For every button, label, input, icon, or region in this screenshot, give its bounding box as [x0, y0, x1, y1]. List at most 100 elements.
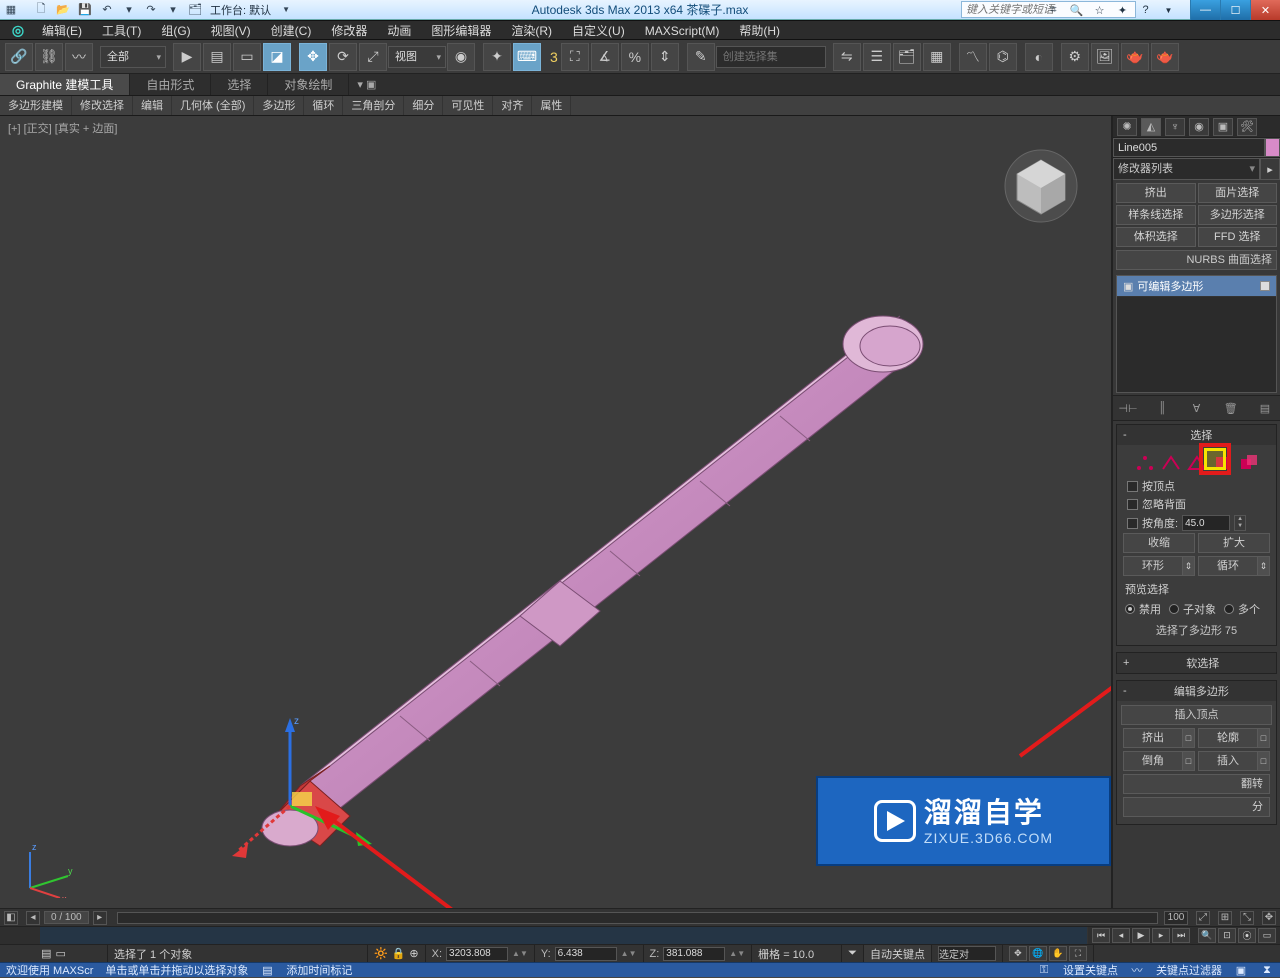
chk-by-angle[interactable]	[1127, 518, 1138, 529]
abs-rel-icon[interactable]: ⊕	[409, 947, 418, 960]
snap-angle-icon[interactable]: ∡	[591, 43, 619, 71]
menu-modifiers[interactable]: 修改器	[321, 21, 377, 39]
ring-spinner-icon[interactable]: ⇕	[1182, 557, 1194, 575]
frame-indicator[interactable]: 0 / 100	[44, 911, 89, 924]
ribbon-chip-edit[interactable]: 编辑	[133, 96, 172, 115]
menu-group[interactable]: 组(G)	[151, 21, 200, 39]
workspace-dd-icon[interactable]: ▼	[278, 2, 294, 18]
next-frame-icon[interactable]: ▸	[1152, 928, 1170, 943]
inset-button[interactable]: 插入□	[1198, 751, 1270, 771]
unlink-icon[interactable]: ⛓	[35, 43, 63, 71]
layer-icon[interactable]: 🗂	[893, 43, 921, 71]
link-icon[interactable]: 🔗	[5, 43, 33, 71]
radio-subobj[interactable]	[1169, 604, 1179, 614]
edge-subobj-icon[interactable]	[1160, 453, 1182, 473]
time-slider[interactable]: ◧ ◂ 0 / 100 ▸ 100 ⤢ ⊞ ⤡ ✥	[0, 908, 1280, 926]
configure-sets-icon[interactable]: ▤	[1256, 400, 1274, 416]
maxscript-mini-icon[interactable]: ▤	[41, 947, 51, 960]
object-name-input[interactable]	[1113, 138, 1265, 157]
pivot-center-icon[interactable]: ◉	[447, 43, 475, 71]
minimize-button[interactable]: —	[1190, 0, 1220, 20]
loop-button[interactable]: 循环⇕	[1198, 556, 1270, 576]
rollout-toggle-editpoly-icon[interactable]: -	[1123, 685, 1127, 697]
named-sel-edit-icon[interactable]: ✎	[687, 43, 715, 71]
time-config-icon[interactable]: ▣	[1234, 964, 1248, 976]
chk-ignore-back[interactable]	[1127, 499, 1138, 510]
save-icon[interactable]: 💾	[77, 2, 93, 18]
ribbon-chip-props[interactable]: 属性	[532, 96, 571, 115]
menu-graph[interactable]: 图形编辑器	[421, 21, 501, 39]
move-tool-button[interactable]: ✥	[299, 43, 327, 71]
maximize-icon[interactable]: ⛶	[1069, 946, 1087, 961]
outline-settings-icon[interactable]: □	[1257, 729, 1269, 747]
coord-z-input[interactable]	[663, 947, 725, 961]
view-region-icon[interactable]: ▭	[1258, 928, 1276, 943]
ribbon-chip-align[interactable]: 对齐	[493, 96, 532, 115]
element-subobj-icon[interactable]	[1238, 453, 1260, 473]
help-dd-icon[interactable]: ▼	[1157, 0, 1180, 20]
flip-button[interactable]: 翻转	[1123, 774, 1270, 794]
app-menu-icon[interactable]: ▦	[3, 2, 19, 18]
mod-btn-polysel[interactable]: 多边形选择	[1198, 205, 1278, 225]
selection-filter-dropdown[interactable]: 全部	[100, 46, 166, 68]
pan-icon[interactable]: ✋	[1049, 946, 1067, 961]
extrude-settings-icon[interactable]: □	[1182, 729, 1194, 747]
bevel-settings-icon[interactable]: □	[1182, 752, 1194, 770]
coord-x-input[interactable]	[446, 947, 508, 961]
ring-button[interactable]: 环形⇕	[1123, 556, 1195, 576]
goto-start-icon[interactable]: ⏮	[1092, 928, 1110, 943]
next-key-icon[interactable]: ▸	[93, 911, 107, 925]
redo-dd-icon[interactable]: ▾	[165, 2, 181, 18]
bevel-button[interactable]: 倒角□	[1123, 751, 1195, 771]
view-cube[interactable]	[1001, 146, 1081, 226]
new-icon[interactable]: 🗋	[33, 2, 49, 18]
mod-btn-volsel[interactable]: 体积选择	[1116, 227, 1196, 247]
keyfilter-label[interactable]: 关键点过滤器	[1156, 962, 1222, 978]
render-icon[interactable]: 🫖	[1121, 43, 1149, 71]
mirror-icon[interactable]: ⇋	[833, 43, 861, 71]
key-icon[interactable]: ⚿	[1037, 964, 1051, 976]
viewport-nav-2-icon[interactable]: ⊞	[1218, 911, 1232, 925]
mod-btn-patchsel[interactable]: 面片选择	[1198, 183, 1278, 203]
autokey-toggle[interactable]: 自动关键点	[870, 946, 925, 962]
maximize-button[interactable]: ☐	[1220, 0, 1250, 20]
track-bar[interactable]: ⏮ ◂ ▶ ▸ ⏭ 🔍 ⊡ ⦿ ▭	[0, 926, 1280, 944]
show-end-icon[interactable]: ║	[1153, 400, 1171, 416]
render-frame-icon[interactable]: 🖼	[1091, 43, 1119, 71]
utilities-tab-icon[interactable]: 🛠	[1237, 118, 1257, 136]
view-zoom-all-icon[interactable]: ⊡	[1218, 928, 1236, 943]
inset-settings-icon[interactable]: □	[1257, 752, 1269, 770]
window-crossing-toggle[interactable]: ◪	[263, 43, 291, 71]
menu-tools[interactable]: 工具(T)	[92, 21, 151, 39]
isolate-icon[interactable]: ✥	[1009, 946, 1027, 961]
render-setup-icon[interactable]: ⚙	[1061, 43, 1089, 71]
workspace-label[interactable]: 工作台: 默认	[210, 2, 271, 18]
prev-key-icon[interactable]: ◂	[26, 911, 40, 925]
snap-percent-icon[interactable]: %	[621, 43, 649, 71]
undo-dd-icon[interactable]: ▾	[121, 2, 137, 18]
help-icon[interactable]: ?	[1134, 0, 1157, 20]
modify-tab-icon[interactable]: ◭	[1141, 118, 1161, 136]
menu-maxscript[interactable]: MAXScript(M)	[635, 21, 730, 39]
ribbon-chip-polymodel[interactable]: 多边形建模	[0, 96, 72, 115]
modifier-config-icon[interactable]: ▸	[1260, 158, 1280, 180]
ribbon-chip-modsel[interactable]: 修改选择	[72, 96, 133, 115]
remove-mod-icon[interactable]: 🗑	[1222, 400, 1240, 416]
menu-create[interactable]: 创建(C)	[261, 21, 322, 39]
viewport-nav-1-icon[interactable]: ⤢	[1196, 911, 1210, 925]
add-time-tag[interactable]: 添加时间标记	[286, 962, 352, 978]
outline-button[interactable]: 轮廓□	[1198, 728, 1270, 748]
rollout-toggle-soft-icon[interactable]: +	[1123, 657, 1129, 669]
ribbon-collapse-icon[interactable]: ▾ ▣	[349, 74, 384, 95]
hierarchy-tab-icon[interactable]: ♆	[1165, 118, 1185, 136]
bind-spacewarp-icon[interactable]: 〰	[65, 43, 93, 71]
ribbon-tab-graphite[interactable]: Graphite 建模工具	[0, 74, 130, 95]
redo-icon[interactable]: ↷	[143, 2, 159, 18]
close-button[interactable]: ✕	[1250, 0, 1280, 20]
menu-help[interactable]: 帮助(H)	[729, 21, 790, 39]
ribbon-chip-loop[interactable]: 循环	[304, 96, 343, 115]
time-config2-icon[interactable]: ⧗	[1260, 964, 1274, 976]
stack-item-editable-poly[interactable]: ▣ 可编辑多边形	[1117, 276, 1276, 297]
app-icon[interactable]: ◎	[4, 21, 32, 39]
play-icon[interactable]: ▶	[1132, 928, 1150, 943]
